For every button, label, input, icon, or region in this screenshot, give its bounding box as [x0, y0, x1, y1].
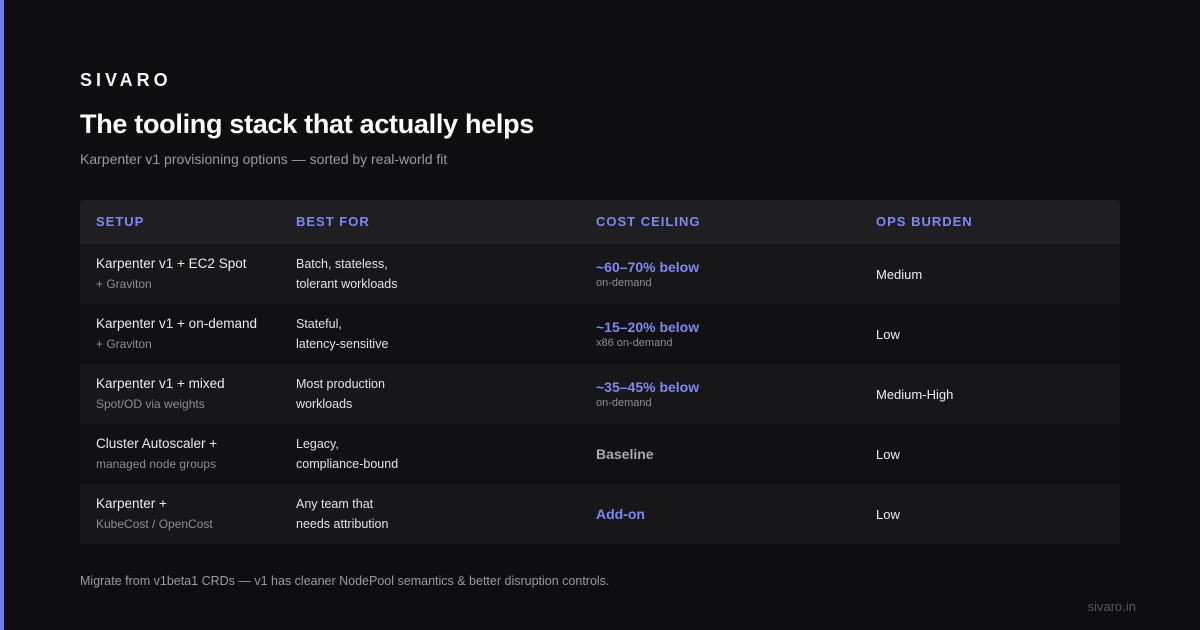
ops-cell: Low — [860, 507, 1120, 522]
table-row: Karpenter v1 + EC2 Spot + Graviton Batch… — [80, 244, 1120, 304]
ops-value: Low — [876, 326, 900, 342]
cost-value: Baseline — [596, 446, 654, 462]
brand-logo: SIVARO — [80, 70, 172, 90]
setup-name: Karpenter v1 + mixed — [96, 376, 225, 391]
setup-detail: KubeCost / OpenCost — [96, 517, 213, 531]
best-for-line: Any team that — [296, 497, 374, 511]
best-for-cell: Batch, stateless, tolerant workloads — [280, 254, 580, 294]
cost-detail: on-demand — [596, 396, 652, 409]
header-best-for: BEST FOR — [296, 214, 370, 229]
best-for-cell: Stateful, latency-sensitive — [280, 314, 580, 354]
setup-cell: Karpenter v1 + mixed Spot/OD via weights — [80, 374, 280, 414]
best-for-line: workloads — [296, 397, 353, 411]
ops-cell: Medium-High — [860, 387, 1120, 402]
setup-detail: + Graviton — [96, 277, 152, 291]
ops-cell: Low — [860, 327, 1120, 342]
setup-cell: Karpenter v1 + on-demand + Graviton — [80, 314, 280, 354]
page-subtitle: Karpenter v1 provisioning options — sort… — [80, 151, 448, 167]
best-for-line: tolerant workloads — [296, 277, 398, 291]
setup-cell: Karpenter + KubeCost / OpenCost — [80, 494, 280, 534]
comparison-table: SETUP BEST FOR COST CEILING OPS BURDEN K… — [80, 200, 1120, 544]
ops-cell: Medium — [860, 267, 1120, 282]
cost-value: ~60–70% below — [596, 258, 700, 275]
ops-value: Medium-High — [876, 386, 954, 402]
best-for-line: compliance-bound — [296, 457, 399, 471]
footnote: Migrate from v1beta1 CRDs — v1 has clean… — [80, 574, 610, 588]
site-url: sivaro.in — [1087, 599, 1136, 614]
table-row: Karpenter v1 + mixed Spot/OD via weights… — [80, 364, 1120, 424]
best-for-line: Legacy, — [296, 437, 339, 451]
setup-detail: Spot/OD via weights — [96, 397, 205, 411]
table-header: SETUP BEST FOR COST CEILING OPS BURDEN — [80, 200, 1120, 244]
cost-cell: ~60–70% below on-demand — [580, 258, 860, 291]
best-for-cell: Legacy, compliance-bound — [280, 434, 580, 474]
best-for-line: Batch, stateless, — [296, 257, 388, 271]
cost-cell: ~35–45% below on-demand — [580, 378, 860, 411]
best-for-cell: Any team that needs attribution — [280, 494, 580, 534]
cost-cell: Baseline — [580, 445, 860, 463]
best-for-line: Most production — [296, 377, 385, 391]
setup-name: Karpenter v1 + on-demand — [96, 316, 257, 331]
ops-value: Low — [876, 446, 900, 462]
header-ops-burden: OPS BURDEN — [876, 214, 973, 229]
ops-value: Low — [876, 506, 900, 522]
cost-value: ~35–45% below — [596, 378, 700, 395]
header-setup: SETUP — [96, 214, 145, 229]
header-cost-ceiling: COST CEILING — [596, 214, 701, 229]
accent-bar — [0, 0, 4, 630]
cost-cell: Add-on — [580, 505, 860, 523]
setup-detail: + Graviton — [96, 337, 152, 351]
ops-cell: Low — [860, 447, 1120, 462]
table-row: Cluster Autoscaler + managed node groups… — [80, 424, 1120, 484]
setup-cell: Karpenter v1 + EC2 Spot + Graviton — [80, 254, 280, 294]
page-title: The tooling stack that actually helps — [80, 109, 534, 139]
cost-value: Add-on — [596, 506, 645, 522]
page: SIVARO The tooling stack that actually h… — [0, 0, 1200, 630]
table-row: Karpenter v1 + on-demand + Graviton Stat… — [80, 304, 1120, 364]
cost-cell: ~15–20% below x86 on-demand — [580, 318, 860, 351]
best-for-line: latency-sensitive — [296, 337, 389, 351]
setup-name: Karpenter + — [96, 496, 167, 511]
cost-value: ~15–20% below — [596, 318, 700, 335]
cost-detail: x86 on-demand — [596, 336, 673, 349]
ops-value: Medium — [876, 266, 923, 282]
setup-cell: Cluster Autoscaler + managed node groups — [80, 434, 280, 474]
table-row: Karpenter + KubeCost / OpenCost Any team… — [80, 484, 1120, 544]
cost-detail: on-demand — [596, 276, 652, 289]
setup-name: Karpenter v1 + EC2 Spot — [96, 256, 247, 271]
best-for-line: Stateful, — [296, 317, 342, 331]
best-for-cell: Most production workloads — [280, 374, 580, 414]
setup-name: Cluster Autoscaler + — [96, 436, 218, 451]
best-for-line: needs attribution — [296, 517, 389, 531]
setup-detail: managed node groups — [96, 457, 217, 471]
